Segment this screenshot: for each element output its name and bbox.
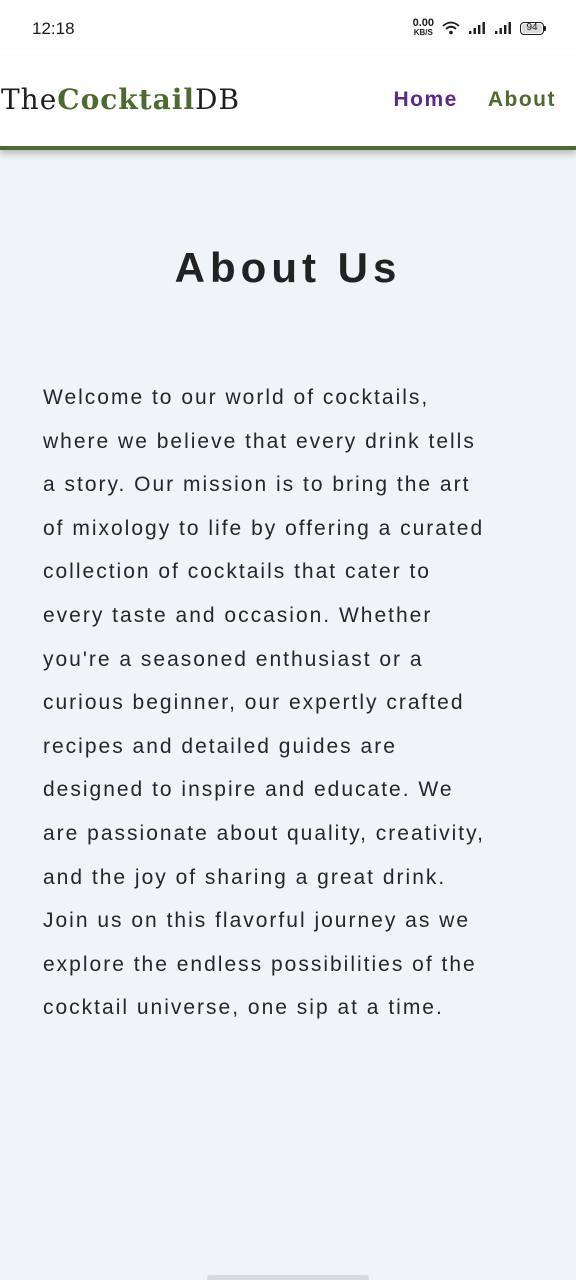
nav-links: Home About xyxy=(393,88,556,112)
paragraph-line: cocktail universe, one sip at a time. xyxy=(43,996,444,1020)
paragraph-line: designed to inspire and educate. We xyxy=(43,778,454,802)
logo-suffix: DB xyxy=(195,82,241,116)
paragraph-line: Welcome to our world of cocktails, xyxy=(43,386,430,409)
network-speed-unit: KB/S xyxy=(413,28,433,37)
nav-link-about[interactable]: About xyxy=(488,88,556,112)
paragraph-line: recipes and detailed guides are xyxy=(43,734,397,758)
paragraph-line: where we believe that every drink tells xyxy=(43,429,476,453)
paragraph-line: explore the endless possibilities of the xyxy=(43,952,477,976)
paragraph-line: Join us on this flavorful journey as we xyxy=(43,909,471,933)
nav-link-home[interactable]: Home xyxy=(393,88,457,112)
paragraph-line: are passionate about quality, creativity… xyxy=(43,821,485,845)
logo-prefix: The xyxy=(1,82,58,116)
home-indicator[interactable] xyxy=(207,1275,369,1280)
about-content: About Us Welcome to our world of cocktai… xyxy=(0,154,576,1280)
signal-icon xyxy=(495,22,511,34)
network-speed-value: 0.00 xyxy=(412,17,434,29)
page-title: About Us xyxy=(174,244,402,291)
signal-icon xyxy=(469,22,485,34)
paragraph-line: of mixology to life by offering a curate… xyxy=(43,516,485,540)
navbar: TheCocktailDB Home About xyxy=(0,56,576,150)
about-paragraph: Welcome to our world of cocktails, where… xyxy=(43,376,543,1030)
status-bar: 12:18 0.00 KB/S 94 xyxy=(0,0,576,56)
paragraph-line: a story. Our mission is to bring the art xyxy=(43,473,471,497)
wifi-icon xyxy=(442,21,460,35)
battery-icon: 94 xyxy=(520,21,546,35)
battery-level: 94 xyxy=(522,23,542,33)
paragraph-line: you're a seasoned enthusiast or a xyxy=(43,647,424,671)
paragraph-line: collection of cocktails that cater to xyxy=(43,560,431,584)
paragraph-line: curious beginner, our expertly crafted xyxy=(43,691,465,715)
site-logo[interactable]: TheCocktailDB xyxy=(1,83,240,116)
logo-highlight: Cocktail xyxy=(57,82,196,116)
network-speed-indicator: 0.00 KB/S xyxy=(412,17,434,38)
status-icons: 0.00 KB/S 94 xyxy=(412,17,546,38)
paragraph-line: and the joy of sharing a great drink. xyxy=(43,865,447,889)
status-time: 12:18 xyxy=(32,18,75,38)
paragraph-line: every taste and occasion. Whether xyxy=(43,603,433,627)
